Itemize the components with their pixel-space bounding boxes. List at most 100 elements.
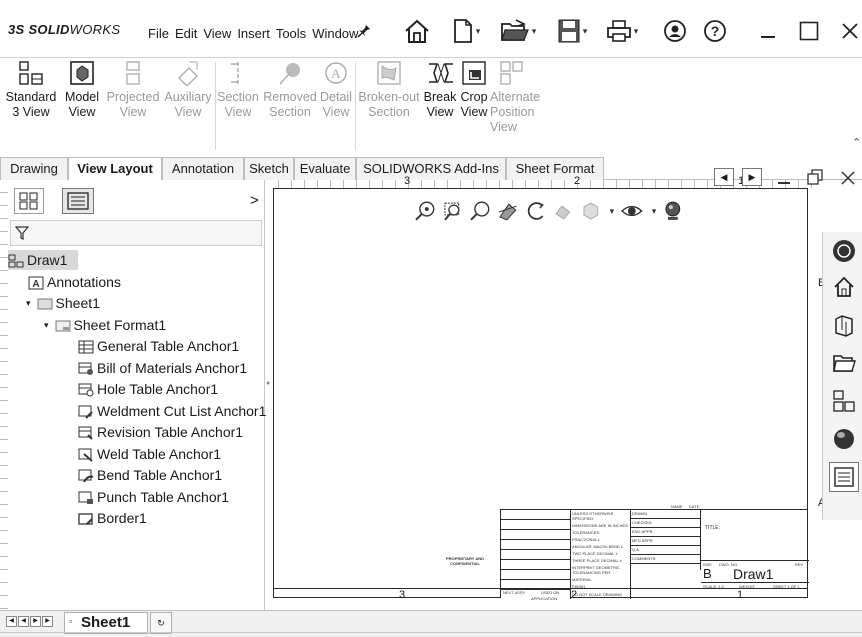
tree-item-label: Border1: [97, 510, 147, 526]
hide-show-items-dim-icon[interactable]: [552, 200, 574, 222]
detail-view-button[interactable]: A Detail View: [318, 60, 354, 120]
display-style-dropdown-icon[interactable]: ▾: [610, 206, 615, 217]
minimize-icon[interactable]: [756, 14, 780, 48]
design-library-icon[interactable]: [829, 310, 859, 340]
last-sheet-icon[interactable]: ▶: [42, 616, 53, 627]
solidworks-resources-icon[interactable]: [829, 236, 859, 266]
section-view-button[interactable]: Section View: [215, 60, 261, 120]
view-palette-icon[interactable]: [829, 386, 859, 416]
tab-sheet-format[interactable]: Sheet Format: [506, 157, 604, 180]
collapse-ribbon-icon[interactable]: ⌃: [852, 136, 861, 149]
menu-tools[interactable]: Tools: [273, 24, 309, 43]
tree-item-sheet1[interactable]: ▾ Sheet1: [26, 293, 100, 313]
projected-view-button[interactable]: Projected View: [104, 60, 162, 120]
print-dropdown-icon[interactable]: ▾: [634, 26, 639, 37]
tab-solidworks-add-ins[interactable]: SOLIDWORKS Add-Ins: [356, 157, 506, 180]
menu-view[interactable]: View: [200, 24, 234, 43]
first-sheet-icon[interactable]: ◀: [6, 616, 17, 627]
home-icon[interactable]: [400, 14, 434, 48]
standard-3-view-icon: [18, 60, 44, 86]
menu-insert[interactable]: Insert: [234, 24, 273, 43]
hide-show-dropdown-icon[interactable]: ▾: [652, 206, 657, 217]
tab-evaluate[interactable]: Evaluate: [294, 157, 356, 180]
save-icon[interactable]: ▾: [552, 14, 592, 48]
tab-view-layout[interactable]: View Layout: [68, 157, 162, 181]
crop-view-button[interactable]: Crop View: [457, 60, 491, 120]
tree-item-draw1[interactable]: Draw1: [8, 250, 78, 270]
broken-out-section-icon: [376, 60, 402, 86]
tree-item-weldment-cut-list-anchor[interactable]: Weldment Cut List Anchor1: [78, 401, 266, 421]
add-sheet-icon[interactable]: ↻: [150, 612, 172, 634]
rotate-icon[interactable]: [525, 200, 547, 222]
drawing-sheet[interactable]: 3 2 1 ▾ ▾ B A PROPRIETARY AND CONFIDENTI…: [273, 175, 825, 601]
tab-annotation[interactable]: Annotation: [162, 157, 244, 180]
standard-3-view-button[interactable]: Standard 3 View: [0, 60, 62, 120]
tree-item-annotations[interactable]: A Annotations: [28, 272, 121, 292]
filter-icon[interactable]: [15, 226, 29, 240]
new-dropdown-icon[interactable]: ▾: [476, 26, 481, 37]
home-pane-icon[interactable]: [829, 272, 859, 302]
broken-out-section-button[interactable]: Broken-out Section: [356, 60, 422, 120]
menu-window[interactable]: Window: [309, 24, 361, 43]
feature-manager-tab-icon[interactable]: [14, 188, 44, 214]
model-view-button[interactable]: Model View: [62, 60, 102, 120]
hide-show-items-icon[interactable]: [620, 200, 644, 222]
zoom-to-area-icon[interactable]: [442, 200, 464, 222]
next-sheet-nav-icon[interactable]: ▶: [30, 616, 41, 627]
tab-sketch[interactable]: Sketch: [244, 157, 294, 180]
alternate-position-view-button[interactable]: Alternate Position View: [490, 60, 548, 135]
property-manager-tab-icon[interactable]: [62, 188, 94, 214]
drawing-document-icon: [8, 253, 24, 268]
user-icon[interactable]: [660, 14, 690, 48]
zoom-to-fit-icon[interactable]: [414, 200, 436, 222]
removed-section-button[interactable]: Removed Section: [261, 60, 319, 120]
tree-item-bend-table-anchor[interactable]: Bend Table Anchor1: [78, 465, 222, 485]
tree-item-label: Bend Table Anchor1: [97, 467, 223, 483]
doc-minimize-icon[interactable]: [776, 172, 794, 186]
display-style-icon[interactable]: [580, 200, 602, 222]
expand-panel-arrow[interactable]: >: [250, 192, 259, 209]
next-sheet-icon[interactable]: ▶: [742, 168, 762, 186]
help-icon[interactable]: ?: [700, 14, 730, 48]
prev-sheet-icon[interactable]: ◀: [714, 168, 734, 186]
menu-file[interactable]: File: [145, 24, 172, 43]
file-explorer-icon[interactable]: [829, 348, 859, 378]
tree-item-hole-table-anchor[interactable]: Hole Table Anchor1: [78, 379, 218, 399]
tree-item-general-table-anchor[interactable]: General Table Anchor1: [78, 336, 239, 356]
sheet1-tab[interactable]: ▫ Sheet1: [64, 612, 148, 634]
open-dropdown-icon[interactable]: ▾: [532, 26, 537, 37]
collapse-chevron-icon[interactable]: ▾: [26, 293, 31, 313]
custom-properties-icon[interactable]: [829, 462, 859, 492]
previous-view-icon[interactable]: [469, 200, 491, 222]
save-dropdown-icon[interactable]: ▾: [583, 26, 588, 37]
tree-item-weld-table-anchor[interactable]: Weld Table Anchor1: [78, 444, 221, 464]
doc-close-icon[interactable]: [840, 170, 858, 188]
maximize-icon[interactable]: [796, 14, 822, 48]
collapse-chevron-icon[interactable]: ▾: [44, 315, 49, 335]
doc-restore-icon[interactable]: [806, 168, 824, 186]
tree-item-border1[interactable]: Border1: [78, 508, 147, 528]
open-folder-icon[interactable]: ▾: [496, 14, 540, 48]
auxiliary-view-button[interactable]: Auxiliary View: [162, 60, 214, 120]
new-document-icon[interactable]: ▾: [446, 14, 486, 48]
tab-drawing[interactable]: Drawing: [0, 157, 68, 180]
close-icon[interactable]: [838, 14, 862, 48]
tree-item-bom-anchor[interactable]: Bill of Materials Anchor1: [78, 358, 247, 378]
break-view-button[interactable]: Break View: [422, 60, 458, 120]
print-icon[interactable]: ▾: [602, 14, 642, 48]
appearance-icon[interactable]: [662, 200, 684, 222]
section-view-graphic-icon[interactable]: [497, 200, 519, 222]
three-place-label: THREE PLACE DECIMAL ±: [572, 558, 622, 563]
title-block[interactable]: PROPRIETARY AND CONFIDENTIAL NEXT ASSY U…: [446, 504, 809, 601]
filter-bar[interactable]: [10, 220, 262, 246]
tree-item-revision-table-anchor[interactable]: Revision Table Anchor1: [78, 422, 243, 442]
solidworks-logo[interactable]: 3S SOLIDWORKS: [8, 22, 120, 37]
previous-sheet-icon[interactable]: ◀: [18, 616, 29, 627]
material-label: MATERIAL: [572, 577, 592, 582]
menu-edit[interactable]: Edit: [172, 24, 200, 43]
panel-splitter-handle[interactable]: ●: [266, 380, 272, 388]
appearances-scenes-icon[interactable]: [829, 424, 859, 454]
pin-icon[interactable]: [356, 14, 372, 48]
tree-item-punch-table-anchor[interactable]: Punch Table Anchor1: [78, 487, 229, 507]
tree-item-sheet-format1[interactable]: ▾ Sheet Format1: [44, 315, 166, 335]
